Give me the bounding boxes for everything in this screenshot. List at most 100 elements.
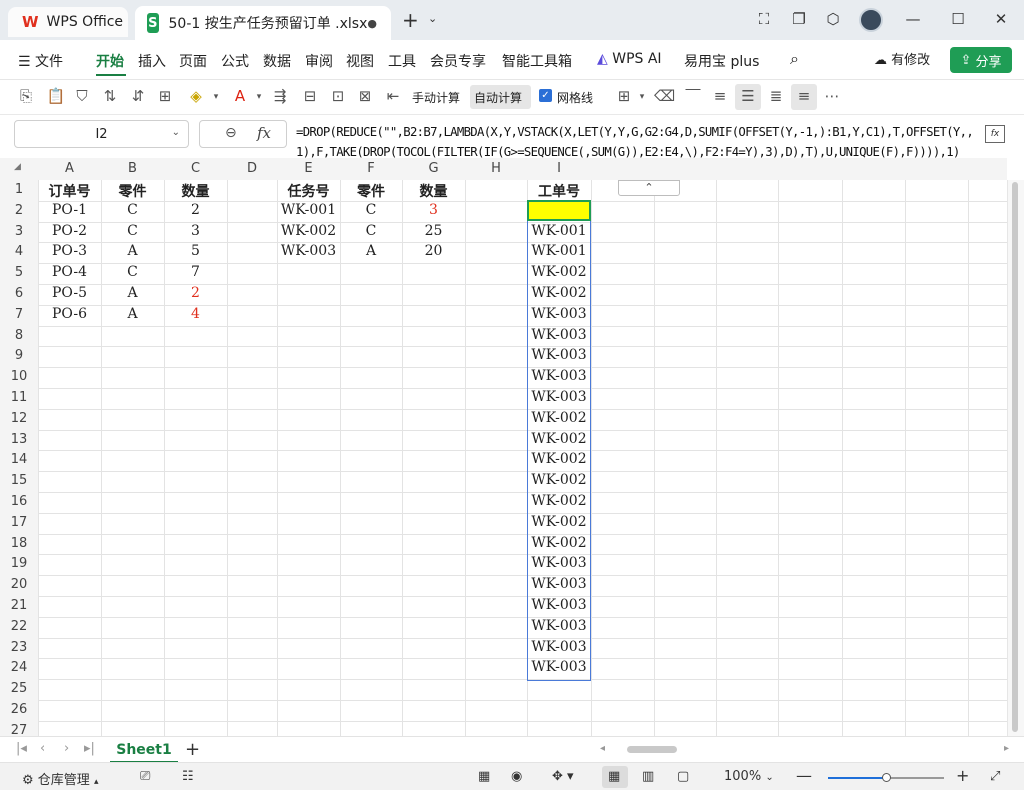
menu-tools[interactable]: 工具 <box>388 51 416 71</box>
vertical-scroll-thumb[interactable] <box>1012 182 1018 732</box>
expand-formula-icon[interactable]: fx <box>985 125 1005 143</box>
sheet-tab-sheet1[interactable]: Sheet1 <box>110 737 178 763</box>
zoom-out-button[interactable]: — <box>796 766 812 785</box>
row-header-22[interactable]: 22 <box>0 619 38 634</box>
font-color-icon[interactable]: A <box>230 87 250 105</box>
orders-cell[interactable]: PO-2 <box>38 223 101 239</box>
row-header-13[interactable]: 13 <box>0 432 38 447</box>
row-header-16[interactable]: 16 <box>0 494 38 509</box>
chevron-down-icon[interactable]: ⌄ <box>428 12 437 25</box>
row-header-19[interactable]: 19 <box>0 556 38 571</box>
column-header-C[interactable]: C <box>164 161 227 176</box>
orders-cell[interactable]: A <box>101 285 164 301</box>
orders-header-cell[interactable]: 零件 <box>101 181 164 201</box>
unsaved-dot-icon[interactable]: ● <box>367 17 377 30</box>
cube-icon[interactable]: ⬡ <box>822 10 844 28</box>
row-header-2[interactable]: 2 <box>0 203 38 218</box>
tasks-cell[interactable]: WK-002 <box>277 223 340 239</box>
insert-row-icon[interactable]: ⊡ <box>328 87 348 105</box>
row-header-3[interactable]: 3 <box>0 224 38 239</box>
first-sheet-icon[interactable]: |◂ <box>16 741 27 756</box>
column-header-G[interactable]: G <box>402 161 465 176</box>
fill-color-icon[interactable]: ◈ <box>186 87 206 105</box>
minimize-icon[interactable]: — <box>902 10 924 28</box>
menu-easy-plus[interactable]: 易用宝 plus <box>684 51 759 71</box>
menu-file[interactable]: ☰ 文件 <box>18 51 63 71</box>
filter-icon[interactable]: ⛉ <box>72 87 92 105</box>
column-header-A[interactable]: A <box>38 161 101 176</box>
column-header-H[interactable]: H <box>465 161 527 176</box>
row-header-14[interactable]: 14 <box>0 452 38 467</box>
zoom-level[interactable]: 100% ⌄ <box>724 769 774 784</box>
tab-file[interactable]: S 50-1 按生产任务预留订单 .xlsx ● <box>135 6 391 40</box>
row-header-7[interactable]: 7 <box>0 307 38 322</box>
tab-wps-office[interactable]: W WPS Office <box>8 7 128 37</box>
row-header-20[interactable]: 20 <box>0 577 38 592</box>
merge-icon[interactable]: ⊟ <box>300 87 320 105</box>
row-header-11[interactable]: 11 <box>0 390 38 405</box>
result-header-cell[interactable]: 工单号 <box>527 181 591 201</box>
row-header-18[interactable]: 18 <box>0 536 38 551</box>
menu-view[interactable]: 视图 <box>346 51 374 71</box>
orders-cell[interactable]: C <box>101 202 164 218</box>
chevron-down-icon[interactable]: ⌄ <box>172 127 180 138</box>
tasks-cell[interactable]: 3 <box>402 202 465 218</box>
border-icon[interactable]: ⊞ <box>155 87 175 105</box>
macro-icon[interactable]: ⎚ <box>140 769 150 784</box>
eye-protect-icon[interactable]: ◉ <box>511 769 522 784</box>
prev-sheet-icon[interactable]: ‹ <box>40 741 45 756</box>
insert-function-icon[interactable]: fx <box>257 124 271 142</box>
spreadsheet-grid[interactable]: 1 2 3 4 5 6 7 8 9 10 11 12 13 14 15 16 17 18 19 20 21 22 23 24 2… <box>0 180 1024 736</box>
paste-icon[interactable]: 📋 <box>46 87 66 105</box>
row-header-4[interactable]: 4 <box>0 244 38 259</box>
scroll-left-icon[interactable]: ◂ <box>600 743 605 754</box>
orders-cell[interactable]: PO-6 <box>38 306 101 322</box>
orders-cell[interactable]: 7 <box>164 264 227 280</box>
scroll-right-icon[interactable]: ▸ <box>1004 743 1009 754</box>
menu-member[interactable]: 会员专享 <box>430 51 486 71</box>
freeze-icon[interactable]: ⇤ <box>383 87 403 105</box>
share-button[interactable]: ⇪ 分享 <box>950 47 1012 73</box>
orders-cell[interactable]: 3 <box>164 223 227 239</box>
page-layout-icon[interactable]: ▥ <box>642 769 654 784</box>
sort-desc-icon[interactable]: ⇵ <box>128 87 148 105</box>
sort-asc-icon[interactable]: ⇅ <box>100 87 120 105</box>
menu-home[interactable]: 开始 <box>96 51 124 71</box>
column-header-B[interactable]: B <box>101 161 164 176</box>
last-sheet-icon[interactable]: ▸| <box>84 741 95 756</box>
focus-mode-icon[interactable]: ✥ ▾ <box>552 769 574 784</box>
more-icon[interactable]: ⋯ <box>822 87 842 105</box>
row-header-8[interactable]: 8 <box>0 328 38 343</box>
screenshot-icon[interactable]: ⛶ <box>753 10 775 28</box>
menu-formula[interactable]: 公式 <box>221 51 249 71</box>
fullscreen-icon[interactable]: ⤢ <box>990 769 1000 784</box>
menu-page[interactable]: 页面 <box>179 51 207 71</box>
add-sheet-button[interactable]: + <box>185 739 200 760</box>
cell-style-icon[interactable]: ⊞ <box>614 87 634 105</box>
maximize-icon[interactable]: ☐ <box>947 10 969 28</box>
avatar[interactable] <box>859 8 883 32</box>
table-icon[interactable]: ⊠ <box>355 87 375 105</box>
row-header-17[interactable]: 17 <box>0 515 38 530</box>
align-center-icon[interactable]: ☰ <box>738 87 758 105</box>
orders-cell[interactable]: A <box>101 243 164 259</box>
menu-data[interactable]: 数据 <box>263 51 291 71</box>
auto-calc-button[interactable]: 自动计算 <box>474 89 522 106</box>
select-all-icon[interactable]: ◢ <box>14 162 21 172</box>
zoom-search-icon[interactable]: ⊖ <box>225 125 237 141</box>
orders-cell[interactable]: A <box>101 306 164 322</box>
orders-cell[interactable]: PO-1 <box>38 202 101 218</box>
tasks-header-cell[interactable]: 任务号 <box>277 181 340 201</box>
row-header-15[interactable]: 15 <box>0 473 38 488</box>
tasks-header-cell[interactable]: 零件 <box>340 181 402 201</box>
align-top-icon[interactable]: ⎺ <box>683 87 703 105</box>
normal-view-icon[interactable]: ▦ <box>608 769 620 784</box>
next-sheet-icon[interactable]: › <box>64 741 69 756</box>
format-painter-icon[interactable]: ⎘ <box>16 87 36 105</box>
row-header-24[interactable]: 24 <box>0 660 38 675</box>
page-break-icon[interactable]: ▢ <box>677 769 689 784</box>
row-header-12[interactable]: 12 <box>0 411 38 426</box>
name-box[interactable]: I2 ⌄ <box>14 120 189 148</box>
search-icon[interactable]: ⌕ <box>790 49 799 69</box>
row-header-26[interactable]: 26 <box>0 702 38 717</box>
